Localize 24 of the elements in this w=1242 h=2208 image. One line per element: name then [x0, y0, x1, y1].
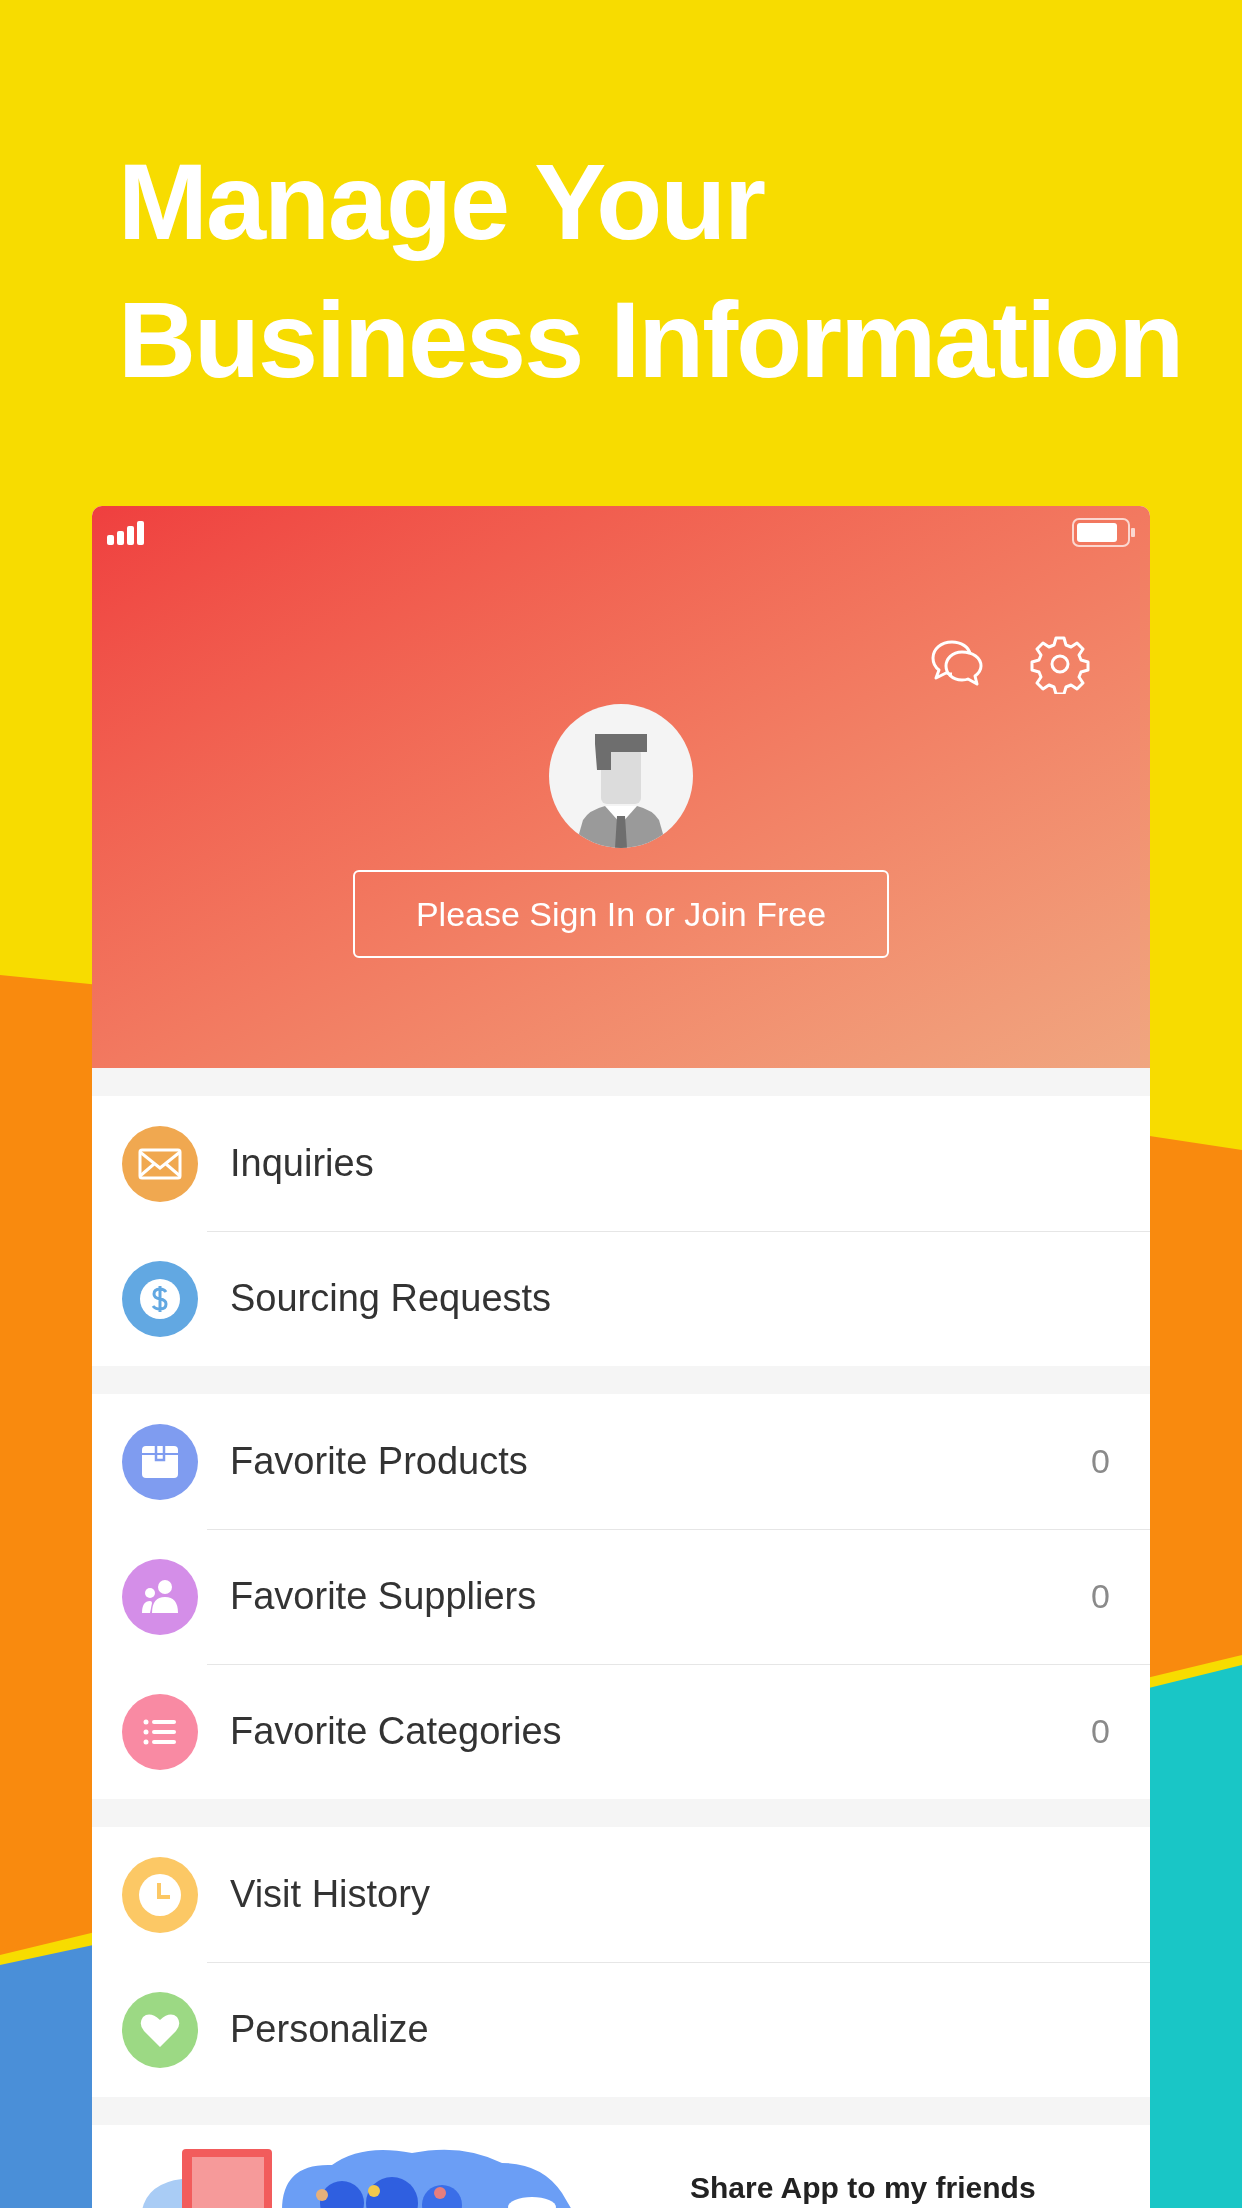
- avatar-icon: [549, 704, 693, 849]
- signal-icon: [107, 521, 147, 546]
- menu-item[interactable]: Favorite Suppliers 0: [92, 1529, 1150, 1665]
- item-count: 0: [1091, 1576, 1110, 1618]
- item-label: Favorite Categories: [230, 1709, 562, 1755]
- item-label: Sourcing Requests: [230, 1276, 552, 1322]
- menu-item[interactable]: Personalize: [92, 1962, 1150, 2098]
- item-label: Inquiries: [230, 1141, 374, 1187]
- menu-item[interactable]: Favorite Categories 0: [92, 1664, 1150, 1800]
- menu-item[interactable]: Favorite Products 0: [92, 1394, 1150, 1530]
- item-count: 0: [1091, 1441, 1110, 1483]
- headline: Business Information: [118, 278, 1184, 403]
- item-label: Personalize: [230, 2007, 429, 2053]
- menu-item[interactable]: Sourcing Requests: [92, 1231, 1150, 1367]
- share-title: Share App to my friends: [690, 2170, 1036, 2207]
- headline: Manage Your: [118, 140, 766, 264]
- battery-icon: [1072, 518, 1136, 549]
- menu-item[interactable]: Visit History: [92, 1827, 1150, 1963]
- item-label: Favorite Suppliers: [230, 1574, 537, 1620]
- item-label: Favorite Products: [230, 1439, 528, 1485]
- settings-icon[interactable]: [1030, 634, 1090, 695]
- item-label: Visit History: [230, 1872, 430, 1918]
- menu-item[interactable]: Inquiries: [92, 1096, 1150, 1232]
- item-count: 0: [1091, 1711, 1110, 1753]
